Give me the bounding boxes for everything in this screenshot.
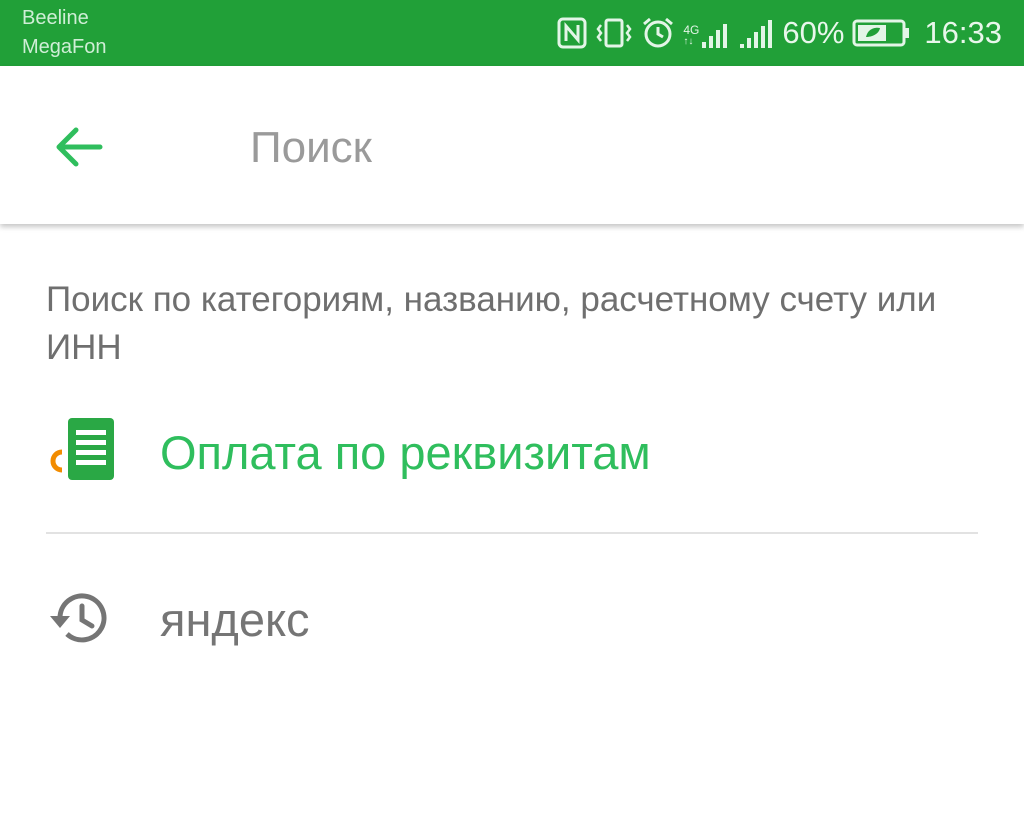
- payment-by-details-label: Оплата по реквизитам: [160, 426, 651, 479]
- document-payment-icon: [50, 418, 114, 480]
- search-app-bar: [0, 66, 1024, 224]
- battery-percent: 60%: [782, 15, 845, 50]
- signal-4g-icon: 4G ↑↓: [683, 18, 732, 48]
- arrow-left-icon: [56, 127, 103, 167]
- carrier-2: MegaFon: [22, 36, 107, 58]
- network-type-label: 4G: [683, 23, 700, 37]
- alarm-icon: [641, 16, 675, 50]
- back-button[interactable]: [50, 122, 110, 172]
- carrier-names: Beeline MegaFon: [22, 4, 107, 62]
- status-bar: Beeline MegaFon 4G ↑↓ 60% 16:33: [0, 0, 1024, 66]
- status-icons: 4G ↑↓ 60% 16:33: [557, 0, 1002, 66]
- list-item-payment-by-details[interactable]: Оплата по реквизитам: [0, 400, 1024, 510]
- history-icon: [50, 593, 107, 643]
- search-input[interactable]: [250, 118, 950, 178]
- signal-icon: [740, 18, 774, 48]
- clock: 16:33: [924, 15, 1002, 50]
- carrier-1: Beeline: [22, 7, 89, 29]
- vibrate-icon: [595, 17, 633, 49]
- list-item-history-yandex[interactable]: яндекс: [0, 560, 1024, 670]
- divider: [46, 532, 978, 534]
- battery-icon: [852, 18, 910, 48]
- history-item-label: яндекс: [160, 593, 310, 646]
- nfc-icon: [557, 17, 587, 49]
- search-hint: Поиск по категориям, названию, расчетном…: [46, 280, 937, 367]
